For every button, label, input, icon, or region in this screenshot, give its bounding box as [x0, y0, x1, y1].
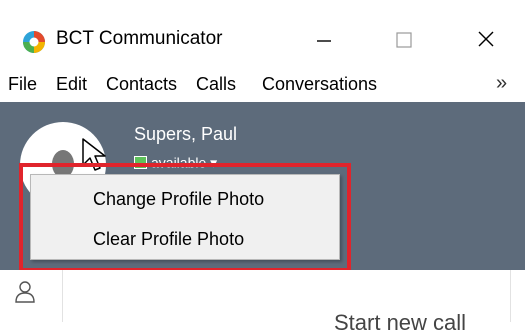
change-profile-photo-item[interactable]: Change Profile Photo — [93, 189, 264, 210]
profile-photo-context-menu: Change Profile Photo Clear Profile Photo — [30, 174, 340, 260]
user-name: Supers, Paul — [134, 124, 238, 144]
maximize-icon — [396, 32, 412, 48]
close-icon — [478, 31, 494, 47]
main-content-area: Start new call — [0, 270, 525, 335]
bct-logo-icon — [23, 31, 45, 53]
window-title: BCT Communicator — [56, 28, 223, 49]
menu-conversations[interactable]: Conversations — [262, 74, 377, 95]
menu-edit[interactable]: Edit — [56, 74, 87, 95]
start-new-call-heading: Start new call — [334, 310, 467, 335]
menu-bar: File Edit Contacts Calls Conversations » — [0, 68, 525, 102]
clear-profile-photo-item[interactable]: Clear Profile Photo — [93, 229, 244, 250]
menu-calls[interactable]: Calls — [196, 74, 236, 95]
menu-contacts[interactable]: Contacts — [106, 74, 177, 95]
close-button[interactable] — [466, 24, 506, 56]
menu-file[interactable]: File — [8, 74, 37, 95]
left-rail — [0, 270, 63, 322]
minimize-button[interactable] — [304, 24, 344, 56]
maximize-button[interactable] — [384, 24, 424, 56]
menu-more-chevron-icon[interactable]: » — [496, 72, 507, 95]
right-scroll-edge — [510, 270, 525, 322]
title-bar: BCT Communicator — [0, 12, 525, 68]
clipped-caption-strip — [0, 0, 525, 12]
people-icon[interactable] — [14, 280, 36, 304]
minimize-icon — [317, 40, 331, 42]
